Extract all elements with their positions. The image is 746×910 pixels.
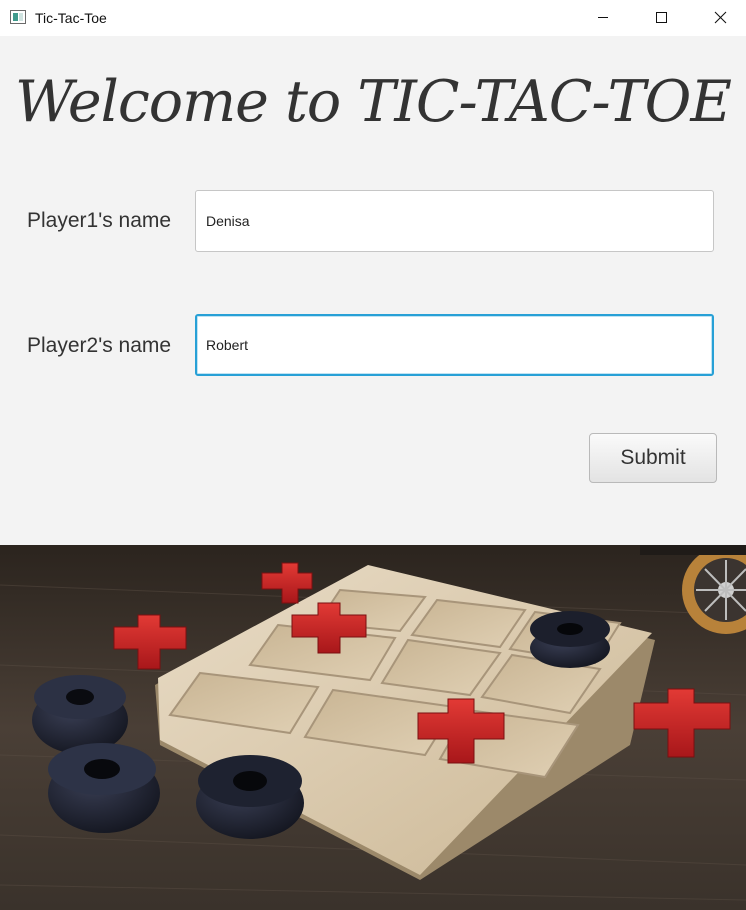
- maximize-button[interactable]: [632, 0, 690, 36]
- close-button[interactable]: [690, 0, 746, 36]
- player2-name-label: Player2's name: [27, 334, 172, 357]
- minimize-icon: [598, 17, 608, 18]
- player1-name-label: Player1's name: [27, 209, 172, 232]
- submit-button[interactable]: Submit: [589, 433, 717, 483]
- app-window-icon: [10, 10, 26, 24]
- title-bar[interactable]: Tic-Tac-Toe: [0, 0, 746, 36]
- minimize-button[interactable]: [574, 0, 632, 36]
- player1-name-input[interactable]: [195, 190, 714, 252]
- close-icon: [714, 11, 727, 24]
- page-title: Welcome to TIC-TAC-TOE: [14, 69, 732, 135]
- tic-tac-toe-board-photo: [0, 545, 746, 910]
- maximize-icon: [656, 12, 667, 23]
- player2-name-input[interactable]: [195, 314, 714, 376]
- window-title: Tic-Tac-Toe: [35, 10, 107, 26]
- app-window: Tic-Tac-Toe Welcome to TIC-TAC-TOE Playe…: [0, 0, 746, 910]
